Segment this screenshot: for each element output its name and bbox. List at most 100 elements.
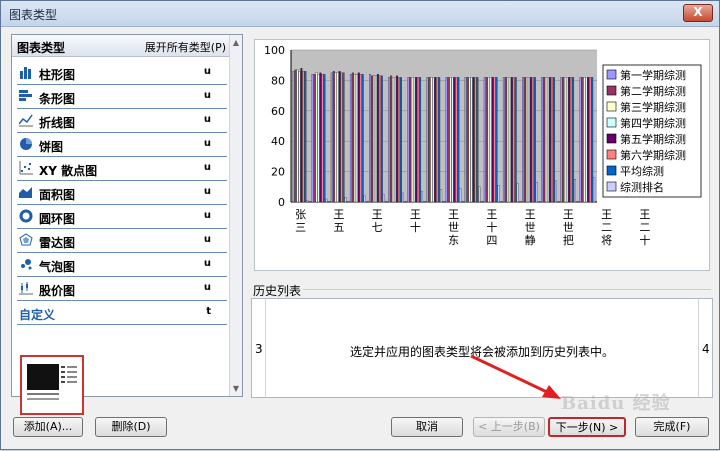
x-tick-label: 二	[601, 221, 612, 234]
x-tick-label: 张	[295, 208, 306, 221]
chart-bar	[547, 77, 550, 203]
cancel-button[interactable]: 取消	[391, 417, 463, 437]
delete-button[interactable]: 删除(D)	[95, 417, 167, 437]
chart-type-mark: u	[203, 186, 211, 197]
chart-bar	[292, 71, 295, 203]
chart-bar	[349, 74, 352, 203]
chart-type-label: 面积图	[39, 188, 76, 202]
chart-bar	[470, 77, 473, 203]
scroll-down-icon[interactable]: ▼	[232, 384, 240, 393]
x-tick-label: 十	[410, 220, 421, 234]
chart-bar	[388, 77, 391, 203]
custom-chart-thumbnail[interactable]	[20, 355, 84, 415]
bubble-chart-icon	[21, 259, 32, 270]
chart-type-label: 折线图	[39, 116, 76, 130]
chart-bar	[432, 77, 435, 203]
chart-bar	[508, 77, 511, 203]
chart-bar	[550, 77, 553, 203]
chart-type-label: XY 散点图	[39, 164, 98, 178]
chart-type-mark: u	[203, 90, 211, 101]
chart-type-bubble[interactable]: 气泡图 u	[17, 253, 227, 277]
chart-bar	[445, 77, 448, 203]
chart-type-mark: u	[203, 162, 211, 173]
chart-type-dialog: 图表类型 X 图表类型 展开所有类型(P) 柱形图 u 条形图 u 折线图 u …	[0, 0, 720, 450]
history-scroll-right[interactable]: 4	[698, 299, 712, 397]
chart-type-radar[interactable]: 雷达图 u	[17, 229, 227, 253]
chart-bar	[472, 77, 475, 203]
chart-bar	[495, 77, 498, 203]
chart-bar	[357, 72, 360, 203]
chart-type-list-scrollbar[interactable]: ▲ ▼	[229, 35, 242, 396]
chart-bar	[483, 77, 486, 203]
next-step-button[interactable]: 下一步(N) >	[548, 417, 626, 437]
legend-swatch	[606, 101, 617, 112]
legend-swatch	[606, 133, 617, 144]
chart-bar	[302, 71, 305, 203]
chart-bar	[579, 77, 582, 203]
chart-type-label: 股价图	[39, 284, 76, 298]
chart-bar	[359, 74, 362, 203]
chart-type-custom[interactable]: 自定义 t	[17, 301, 227, 325]
chart-bar	[449, 77, 452, 203]
chart-type-label: 饼图	[39, 140, 64, 154]
add-button[interactable]: 添加(A)...	[13, 417, 83, 437]
close-button[interactable]: X	[683, 4, 713, 22]
chart-preview-svg: 100806040200张三王五王七王十王世东王十四王世静王世把王二将王二十第一…	[264, 44, 702, 247]
chart-bar	[497, 185, 500, 203]
history-message: 选定并应用的图表类型将会被添加到历史列表中。	[350, 345, 615, 359]
chart-type-label: 气泡图	[39, 260, 76, 274]
expand-all-types-link[interactable]: 展开所有类型(P)	[145, 39, 226, 55]
chart-bar	[369, 74, 372, 203]
chart-bar	[455, 77, 458, 203]
chart-bar	[453, 77, 456, 203]
chart-type-list-title: 图表类型	[17, 41, 66, 55]
chart-type-doughnut[interactable]: 圆环图 u	[17, 205, 227, 229]
history-list[interactable]: 3 选定并应用的图表类型将会被添加到历史列表中。 4	[251, 298, 713, 398]
legend-entry: 第四学期综测	[620, 116, 686, 130]
chart-type-bar[interactable]: 条形图 u	[17, 85, 227, 109]
chart-type-mark: u	[203, 66, 211, 77]
chart-type-scatter[interactable]: XY 散点图 u	[17, 157, 227, 181]
x-tick-label: 王	[410, 208, 421, 221]
history-scroll-left[interactable]: 3	[252, 299, 266, 397]
chart-bar	[552, 77, 555, 203]
legend-entry: 第五学期综测	[620, 132, 686, 146]
chart-type-area[interactable]: 面积图 u	[17, 181, 227, 205]
chart-bar	[399, 77, 402, 203]
legend-entry: 平均综测	[620, 164, 664, 178]
chart-bar	[394, 77, 397, 203]
chart-type-pie[interactable]: 饼图 u	[17, 133, 227, 157]
chart-type-line[interactable]: 折线图 u	[17, 109, 227, 133]
chart-bar	[457, 77, 460, 203]
chart-bar	[570, 77, 573, 203]
x-tick-label: 东	[448, 234, 459, 247]
chart-bar	[363, 195, 366, 203]
chart-bar	[593, 177, 596, 203]
chart-type-column[interactable]: 柱形图 u	[17, 61, 227, 85]
y-tick-label: 80	[271, 74, 285, 87]
chart-bar	[514, 77, 517, 203]
finish-button[interactable]: 完成(F)	[635, 417, 709, 437]
chart-bar	[417, 77, 420, 203]
x-tick-label: 十	[639, 233, 650, 247]
chart-bar	[438, 77, 441, 203]
chart-bar	[585, 77, 588, 203]
chart-bar	[304, 71, 307, 203]
legend-entry: 第一学期综测	[620, 68, 686, 82]
chart-bar	[323, 74, 326, 203]
chart-bar	[315, 72, 318, 203]
chart-bar	[510, 77, 513, 203]
chart-bar	[390, 75, 393, 203]
x-tick-label: 世	[448, 221, 459, 234]
chart-type-stock[interactable]: 股价图 u	[17, 277, 227, 301]
y-tick-label: 20	[271, 166, 285, 179]
scroll-up-icon[interactable]: ▲	[232, 38, 240, 47]
chart-bar	[325, 198, 328, 203]
doughnut-chart-icon	[19, 209, 33, 223]
chart-bar	[298, 71, 301, 203]
x-tick-label: 王	[486, 208, 497, 221]
x-tick-label: 王	[639, 208, 650, 221]
column-chart-icon	[20, 67, 31, 79]
prev-step-button[interactable]: < 上一步(B)	[473, 417, 545, 437]
radar-chart-icon	[19, 233, 33, 246]
